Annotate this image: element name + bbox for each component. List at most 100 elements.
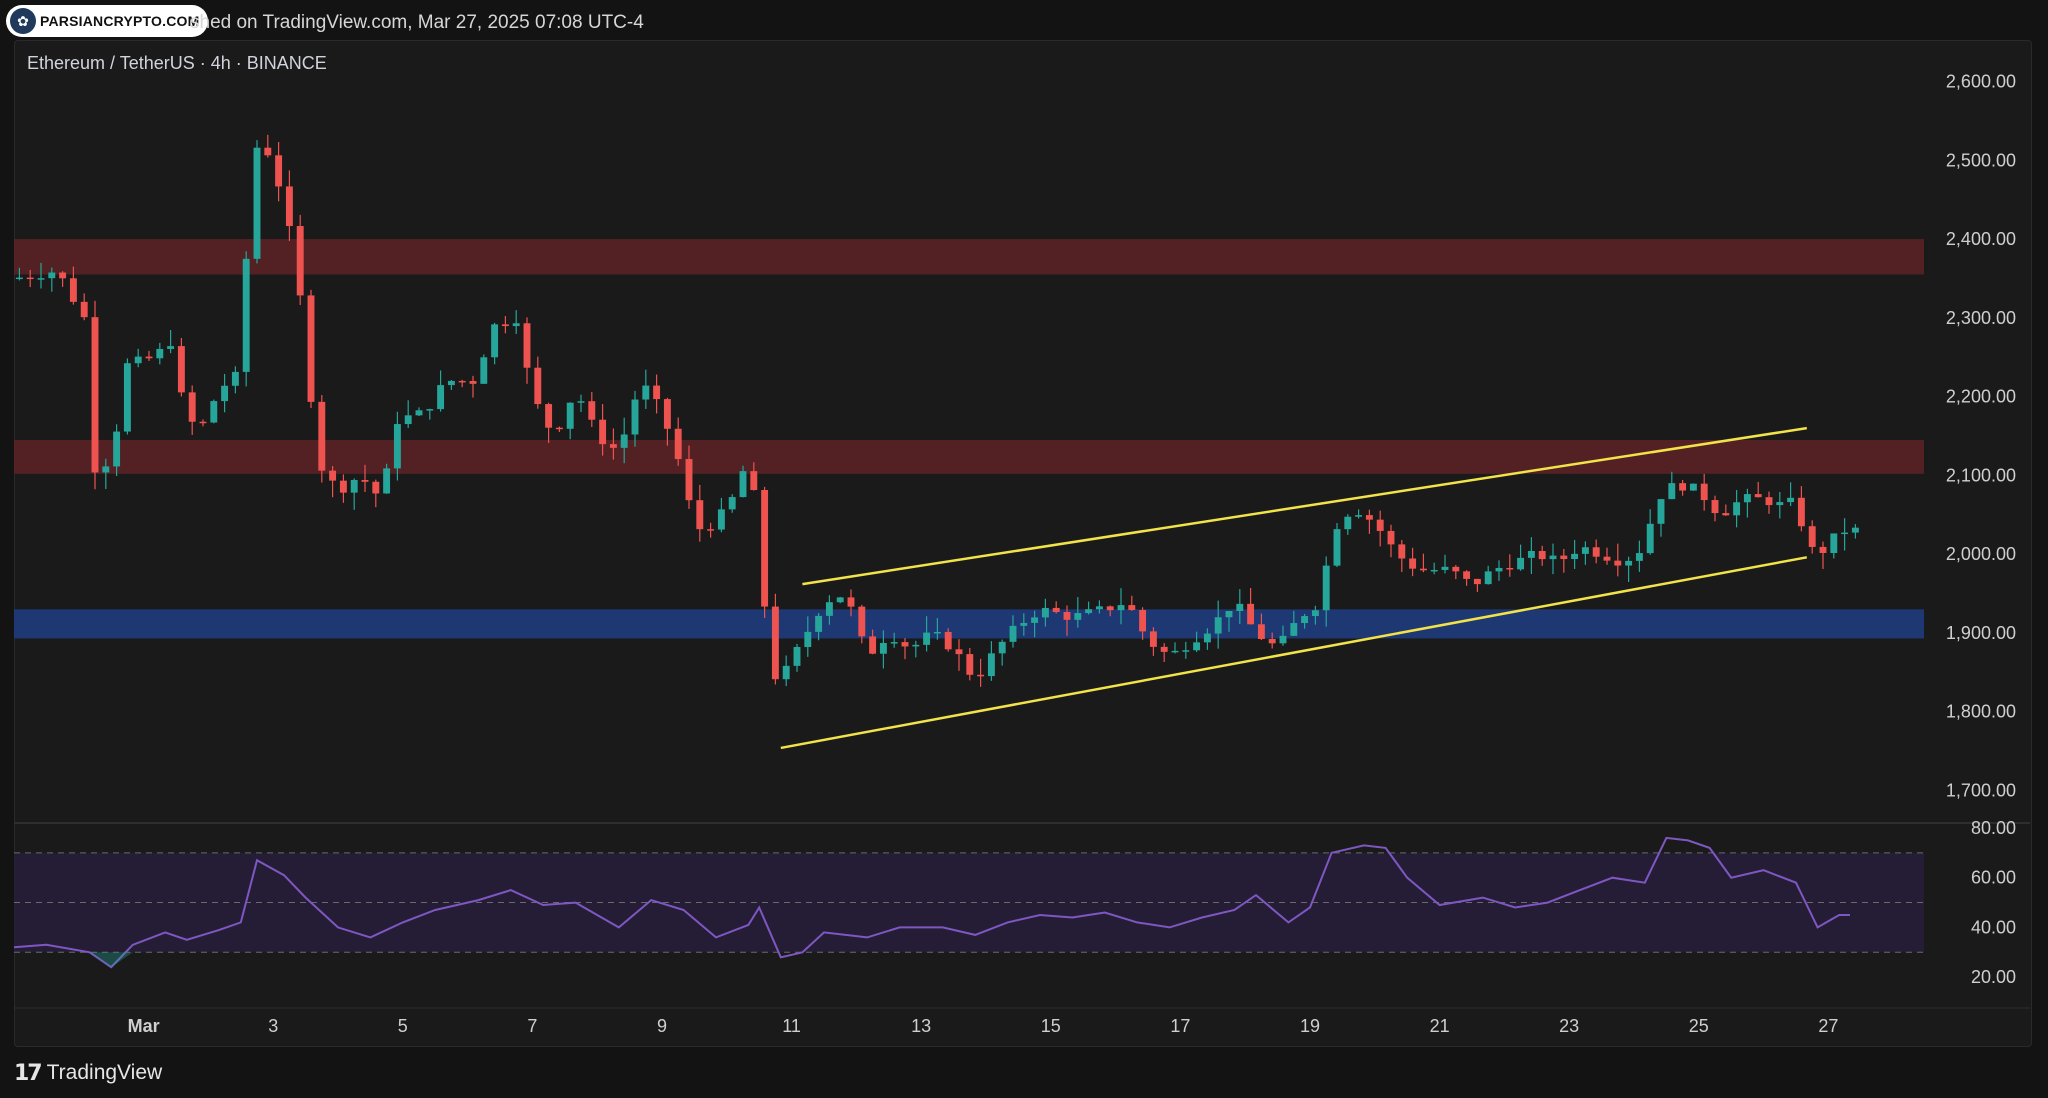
time-axis-label: 5 (398, 1016, 408, 1036)
time-axis-label: 25 (1689, 1016, 1709, 1036)
candle-body (469, 380, 477, 384)
candle-body (1128, 605, 1136, 611)
candle-body (188, 392, 196, 422)
candle-body (631, 399, 639, 435)
price-axis-label: 1,900.00 (1946, 623, 2016, 643)
candle-body (555, 427, 563, 430)
candle-body (231, 371, 239, 386)
candle-body (620, 434, 628, 448)
candle-body (339, 480, 347, 493)
candle-body (307, 295, 315, 402)
candle-body (1355, 515, 1363, 517)
candle-body (1700, 483, 1708, 501)
candle-body (912, 644, 920, 647)
candle-body (1020, 622, 1028, 626)
candle-body (177, 346, 185, 393)
candle-body (1344, 516, 1352, 530)
candle-body (318, 401, 326, 471)
candle-body (944, 631, 952, 650)
candle-body (793, 647, 801, 666)
time-axis-label: 9 (657, 1016, 667, 1036)
rsi-axis-label: 20.00 (1971, 967, 2016, 987)
candles-group (15, 134, 1859, 687)
candle-body (1031, 617, 1039, 623)
candle-body (1074, 613, 1082, 620)
time-axis-label: Mar (128, 1016, 160, 1036)
time-axis-label: 15 (1041, 1016, 1061, 1036)
candle-body (1290, 623, 1298, 636)
candle-body (156, 348, 164, 359)
candle-body (707, 529, 715, 531)
candle-body (1538, 550, 1546, 560)
candle-body (145, 356, 153, 359)
candle-body (123, 363, 131, 432)
candle-body (1322, 565, 1330, 611)
candle-body (1797, 497, 1805, 527)
candle-body (534, 367, 542, 405)
candle-body (545, 404, 553, 428)
candle-body (847, 597, 855, 607)
candle-body (1409, 558, 1417, 569)
candle-body (1160, 646, 1168, 652)
candle-body (836, 597, 844, 603)
candle-body (955, 649, 963, 655)
candle-body (782, 665, 790, 680)
candle-body (48, 272, 56, 279)
price-axis-label: 2,100.00 (1946, 465, 2016, 485)
candle-body (264, 147, 272, 156)
time-axis-label: 3 (268, 1016, 278, 1036)
candle-body (1754, 494, 1762, 498)
candle-body (253, 147, 261, 259)
candle-body (69, 278, 77, 302)
candle-body (1247, 603, 1255, 625)
candle-body (1819, 546, 1827, 553)
candle-body (26, 277, 34, 280)
candle-body (1182, 650, 1190, 652)
candle-body (642, 385, 650, 400)
chart-svg[interactable]: 2,600.00 2,500.00 2,400.00 2,300.00 2,200.00… (0, 0, 2048, 1098)
candle-body (1495, 567, 1503, 572)
candle-body (1841, 532, 1849, 535)
candle-body (923, 632, 931, 645)
candle-body (285, 186, 293, 227)
candle-body (858, 606, 866, 637)
candle-body (1236, 603, 1244, 612)
candle-body (1063, 612, 1071, 620)
candle-body (1117, 605, 1125, 611)
candle-body (167, 346, 175, 349)
candle-body (1592, 547, 1600, 557)
candle-body (1571, 553, 1579, 560)
candle-body (199, 421, 207, 424)
candle-body (1581, 547, 1589, 554)
candle-body (1387, 530, 1395, 545)
candle-body (1603, 556, 1611, 561)
time-axis-label: 19 (1300, 1016, 1320, 1036)
candle-body (1560, 555, 1568, 560)
candle-body (750, 471, 758, 491)
candle-body (210, 401, 218, 423)
candle-body (1171, 650, 1179, 653)
candle-body (1473, 578, 1481, 585)
candle-body (512, 323, 520, 327)
price-axis-label: 2,300.00 (1946, 308, 2016, 328)
candle-body (1279, 635, 1287, 644)
candle-body (696, 500, 704, 530)
candle-body (1743, 494, 1751, 503)
candle-body (1679, 483, 1687, 491)
candle-body (1452, 566, 1460, 572)
candle-body (1657, 499, 1665, 524)
candle-body (1149, 631, 1157, 647)
candle-body (1041, 607, 1049, 618)
candle-body (901, 642, 909, 647)
time-axis-label: 11 (782, 1016, 801, 1036)
channel-lower-line (780, 556, 1808, 750)
candle-body (869, 636, 877, 654)
candle-body (1549, 555, 1557, 560)
rsi-oversold-fill (14, 952, 133, 968)
candle-body (1484, 571, 1492, 585)
candle-body (372, 481, 380, 494)
candle-body (447, 380, 455, 386)
candle-body (653, 385, 661, 400)
candle-body (987, 653, 995, 677)
tradingview-footer[interactable]: 17 TradingView (14, 1058, 162, 1088)
